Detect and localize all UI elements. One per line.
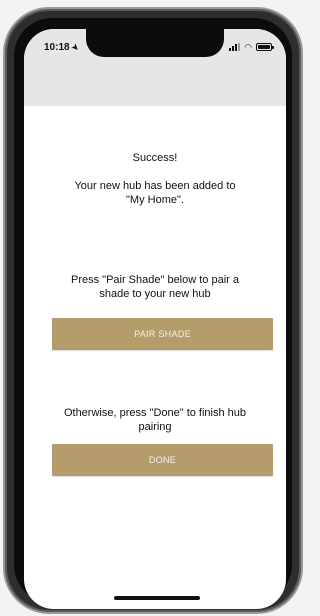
time-label: 10:18 bbox=[44, 42, 70, 53]
pair-shade-button[interactable]: PAIR SHADE bbox=[52, 318, 273, 350]
wifi-icon: ◠ bbox=[244, 41, 252, 52]
pair-instruction: Press "Pair Shade" below to pair a shade… bbox=[70, 274, 239, 300]
home-indicator[interactable] bbox=[114, 596, 200, 600]
status-time: 10:18➤ bbox=[44, 42, 80, 53]
phone-frame: 10:18➤ ◠ Success! Your new hub has been … bbox=[3, 7, 303, 614]
battery-fill bbox=[258, 45, 270, 49]
cellular-signal-icon bbox=[229, 43, 241, 51]
phone-screen: 10:18➤ ◠ Success! Your new hub has been … bbox=[24, 29, 286, 609]
status-icons: ◠ bbox=[229, 41, 274, 52]
notch bbox=[86, 29, 224, 57]
success-title: Success! bbox=[132, 152, 178, 164]
battery-icon bbox=[256, 43, 274, 51]
done-instruction: Otherwise, press "Done" to finish hub pa… bbox=[63, 407, 247, 433]
done-button[interactable]: DONE bbox=[52, 444, 273, 476]
success-message: Your new hub has been added to "My Home"… bbox=[74, 180, 236, 206]
